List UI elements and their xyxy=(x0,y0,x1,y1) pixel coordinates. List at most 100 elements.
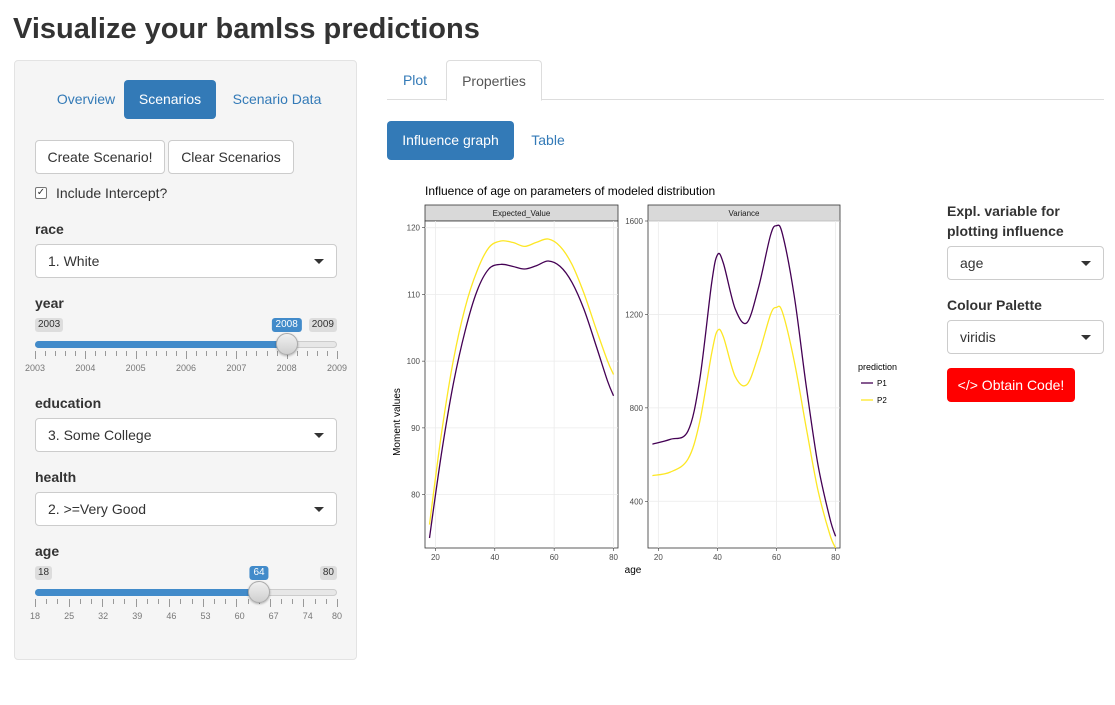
year-slider-tick xyxy=(45,351,47,356)
subtab-table[interactable]: Table xyxy=(516,121,580,160)
race-select-value: 1. White xyxy=(48,253,100,269)
age-slider-handle[interactable] xyxy=(248,581,271,603)
pill-scenario-data[interactable]: Scenario Data xyxy=(221,80,333,119)
expl-variable-label-line2: plotting influence xyxy=(947,223,1064,239)
age-slider-tick xyxy=(79,599,81,604)
tab-plot[interactable]: Plot xyxy=(387,60,443,100)
y-tick-label: 400 xyxy=(630,497,644,506)
year-slider-tick xyxy=(326,351,328,356)
year-slider-tick-label: 2007 xyxy=(226,363,247,373)
year-slider-handle[interactable] xyxy=(275,333,298,355)
age-slider-tick xyxy=(303,599,305,607)
tab-properties[interactable]: Properties xyxy=(446,60,542,101)
include-intercept-row[interactable]: ✓ Include Intercept? xyxy=(35,185,167,201)
age-slider-tick-label: 80 xyxy=(331,611,343,621)
clear-scenarios-button[interactable]: Clear Scenarios xyxy=(168,140,294,174)
age-slider-tick xyxy=(281,599,283,604)
age-slider-tick xyxy=(314,599,316,604)
pill-scenarios[interactable]: Scenarios xyxy=(124,80,216,119)
year-slider-tick xyxy=(256,351,258,356)
chart-y-axis-label: Moment values xyxy=(392,388,403,456)
chart-panels: Expected_Value 20 40 60 80 80 90 100 110 120 Varia… xyxy=(407,204,841,562)
year-slider-fill xyxy=(35,341,287,348)
age-slider-tick xyxy=(169,599,171,607)
age-slider-min: 18 xyxy=(35,566,53,580)
age-slider-tick xyxy=(57,599,59,604)
year-slider-tick xyxy=(186,351,187,359)
education-select[interactable]: 3. Some College xyxy=(35,418,337,452)
age-slider-tick xyxy=(124,599,126,604)
year-slider-tick xyxy=(85,351,87,359)
influence-chart-svg: Influence of age on parameters of modele… xyxy=(392,184,897,576)
age-slider-value: 64 xyxy=(249,566,269,580)
year-slider-tick-label: 2004 xyxy=(75,363,96,373)
chevron-down-icon xyxy=(1081,335,1091,340)
x-tick-label: 60 xyxy=(550,553,559,562)
year-slider-tick xyxy=(175,351,177,356)
x-tick-label: 20 xyxy=(654,553,663,562)
age-slider-tick xyxy=(269,599,271,607)
race-label: race xyxy=(35,221,64,237)
x-tick-label: 60 xyxy=(772,553,781,562)
pill-overview[interactable]: Overview xyxy=(36,80,136,119)
health-select[interactable]: 2. >=Very Good xyxy=(35,492,337,526)
include-intercept-checkbox[interactable]: ✓ xyxy=(35,187,47,199)
year-slider-tick xyxy=(196,351,198,356)
chevron-down-icon xyxy=(314,259,324,264)
year-slider-tick xyxy=(155,351,157,356)
expl-variable-label-line1: Expl. variable for xyxy=(947,203,1060,219)
y-tick-label: 100 xyxy=(407,357,421,366)
age-slider-tick-label: 39 xyxy=(132,611,143,621)
year-slider-tick xyxy=(306,351,308,356)
race-select[interactable]: 1. White xyxy=(35,244,337,278)
year-slider-tick xyxy=(276,351,278,356)
year-slider-tick xyxy=(145,351,147,356)
health-select-value: 2. >=Very Good xyxy=(48,501,147,517)
age-slider-tick-label: 25 xyxy=(64,611,75,621)
year-slider-tick xyxy=(246,351,248,356)
year-slider-tick xyxy=(125,351,127,356)
year-slider-tick xyxy=(65,351,67,356)
include-intercept-label: Include Intercept? xyxy=(56,185,168,201)
age-slider-tick xyxy=(46,599,48,604)
x-tick-label: 80 xyxy=(609,553,618,562)
age-slider-tick xyxy=(292,599,294,604)
year-slider-tick xyxy=(135,351,137,359)
health-label: health xyxy=(35,469,77,485)
chevron-down-icon xyxy=(314,433,324,438)
subtab-influence-graph[interactable]: Influence graph xyxy=(387,121,514,160)
y-tick-label: 1600 xyxy=(625,217,643,226)
year-slider-tick xyxy=(337,351,338,359)
y-tick-label: 120 xyxy=(407,224,421,233)
y-tick-label: 800 xyxy=(630,404,644,413)
expl-variable-label: Expl. variable for plotting influence xyxy=(947,201,1064,241)
age-slider-tick xyxy=(325,599,327,604)
age-slider-tick xyxy=(225,599,227,604)
x-tick-label: 80 xyxy=(831,553,840,562)
influence-chart: Influence of age on parameters of modele… xyxy=(387,180,917,585)
age-slider-tick xyxy=(236,599,238,607)
y-tick-label: 110 xyxy=(407,290,420,299)
year-slider-value: 2008 xyxy=(271,318,302,332)
obtain-code-button[interactable]: </> Obtain Code! xyxy=(947,368,1075,402)
panel-strip-label: Variance xyxy=(729,209,761,218)
year-slider[interactable]: 2003 2009 2008 2003 2004 2005 2006 2007 2008 2… xyxy=(25,318,347,378)
legend-title: prediction xyxy=(858,362,897,372)
age-slider-tick-label: 67 xyxy=(268,611,279,621)
year-slider-tick xyxy=(266,351,268,356)
year-slider-tick xyxy=(296,351,298,356)
year-slider-max: 2009 xyxy=(308,318,337,332)
panel-plot-area xyxy=(424,220,619,549)
age-slider[interactable]: 18 80 64 18 25 32 39 46 53 60 67 74 80 xyxy=(30,566,342,626)
age-slider-tick-label: 60 xyxy=(234,611,245,621)
age-slider-max: 80 xyxy=(319,566,337,580)
panel-strip-label: Expected_Value xyxy=(493,209,551,218)
expl-variable-select[interactable]: age xyxy=(947,246,1104,280)
year-label: year xyxy=(35,295,64,311)
colour-palette-select[interactable]: viridis xyxy=(947,320,1104,354)
panel-expected-value: Expected_Value 20 40 60 80 80 90 100 110 120 xyxy=(407,204,619,562)
year-slider-tick-label: 2005 xyxy=(125,363,146,373)
create-scenario-button[interactable]: Create Scenario! xyxy=(35,140,165,174)
panel-variance: Variance 20 40 60 80 400 800 1200 1600 xyxy=(625,204,841,562)
age-slider-tick xyxy=(135,599,137,607)
